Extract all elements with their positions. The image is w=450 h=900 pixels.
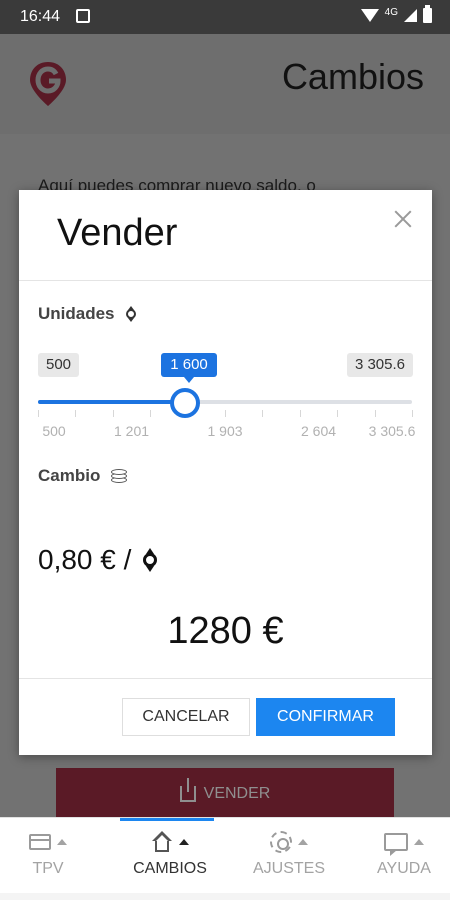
chat-icon bbox=[384, 833, 408, 856]
rate-text: 0,80 € / bbox=[38, 544, 132, 575]
nav-cambios-label: CAMBIOS bbox=[133, 860, 207, 877]
bottom-nav: TPV CAMBIOS AJUSTES AYUDA bbox=[0, 817, 450, 900]
notification-icon bbox=[76, 9, 90, 23]
status-icons: 4G bbox=[360, 5, 432, 23]
slider-tick bbox=[299, 410, 301, 417]
slider-track[interactable] bbox=[38, 400, 412, 404]
battery-icon bbox=[423, 5, 432, 23]
home-icon bbox=[151, 831, 173, 853]
exchange-rate: 0,80 € / bbox=[38, 544, 159, 576]
nav-cambios[interactable]: CAMBIOS bbox=[125, 818, 215, 900]
slider-min-chip: 500 bbox=[38, 353, 80, 377]
status-bar: 16:44 4G bbox=[0, 0, 450, 34]
slider-scale-label: 2 604 bbox=[300, 423, 337, 439]
slider-tick bbox=[262, 410, 264, 417]
slider-tick bbox=[150, 410, 152, 417]
slider-value-chip: 1 600 bbox=[161, 353, 217, 383]
card-icon bbox=[29, 834, 51, 850]
nav-ayuda[interactable]: AYUDA bbox=[366, 818, 442, 900]
slider-scale-label: 500 bbox=[42, 423, 66, 439]
wifi-icon bbox=[360, 9, 379, 22]
close-icon[interactable] bbox=[392, 208, 414, 230]
slider-thumb[interactable] bbox=[169, 388, 200, 418]
system-nav-area bbox=[0, 893, 450, 900]
nav-tpv-label: TPV bbox=[32, 860, 64, 877]
units-label-text: Unidades bbox=[38, 304, 115, 323]
units-label: Unidades bbox=[38, 304, 137, 324]
nav-ajustes-label: AJUSTES bbox=[252, 860, 325, 877]
gear-icon bbox=[270, 831, 292, 853]
caret-up-icon bbox=[298, 839, 308, 845]
slider-max-chip: 3 305.6 bbox=[346, 353, 413, 377]
caret-up-icon bbox=[57, 839, 67, 845]
slider-tick bbox=[225, 410, 226, 417]
slider-fill bbox=[38, 400, 185, 404]
nav-ayuda-label: AYUDA bbox=[377, 860, 431, 877]
slider-scale-label: 1 201 bbox=[113, 423, 150, 439]
sell-dialog: Vender Unidades 500 1 600 3 305.6 500 1 2… bbox=[19, 190, 432, 755]
vender-button[interactable]: VENDER bbox=[56, 768, 394, 820]
cancel-button[interactable]: CANCELAR bbox=[122, 698, 250, 736]
signal-icon bbox=[404, 9, 417, 22]
caret-up-icon bbox=[414, 839, 424, 845]
vender-button-label: VENDER bbox=[203, 785, 271, 802]
slider-scale-label: 1 903 bbox=[207, 423, 243, 439]
slider-tick bbox=[412, 410, 413, 417]
slider-tick bbox=[112, 410, 114, 417]
dialog-title: Vender bbox=[57, 212, 178, 254]
divider bbox=[19, 678, 432, 679]
share-icon bbox=[179, 778, 196, 802]
status-time: 16:44 bbox=[20, 8, 61, 25]
exchange-label-text: Cambio bbox=[38, 466, 101, 485]
confirm-button[interactable]: CONFIRMAR bbox=[256, 698, 395, 736]
unit-crosshair-icon bbox=[125, 306, 137, 322]
nav-ajustes[interactable]: AJUSTES bbox=[244, 818, 334, 900]
total-amount: 1280 € bbox=[167, 610, 284, 652]
page-title: Cambios bbox=[281, 56, 424, 97]
slider-tick bbox=[374, 410, 376, 417]
slider-tick bbox=[38, 410, 39, 417]
divider bbox=[19, 280, 432, 281]
slider-tick bbox=[337, 410, 339, 417]
network-type: 4G bbox=[384, 7, 398, 18]
nav-tpv[interactable]: TPV bbox=[12, 818, 84, 900]
app-logo-icon bbox=[28, 60, 68, 113]
exchange-label: Cambio bbox=[38, 466, 128, 486]
slider-tick bbox=[75, 410, 77, 417]
caret-up-icon bbox=[179, 839, 189, 845]
coins-icon bbox=[110, 467, 128, 485]
rate-crosshair-icon bbox=[141, 548, 159, 572]
slider-scale-label: 3 305.6 bbox=[368, 423, 416, 439]
